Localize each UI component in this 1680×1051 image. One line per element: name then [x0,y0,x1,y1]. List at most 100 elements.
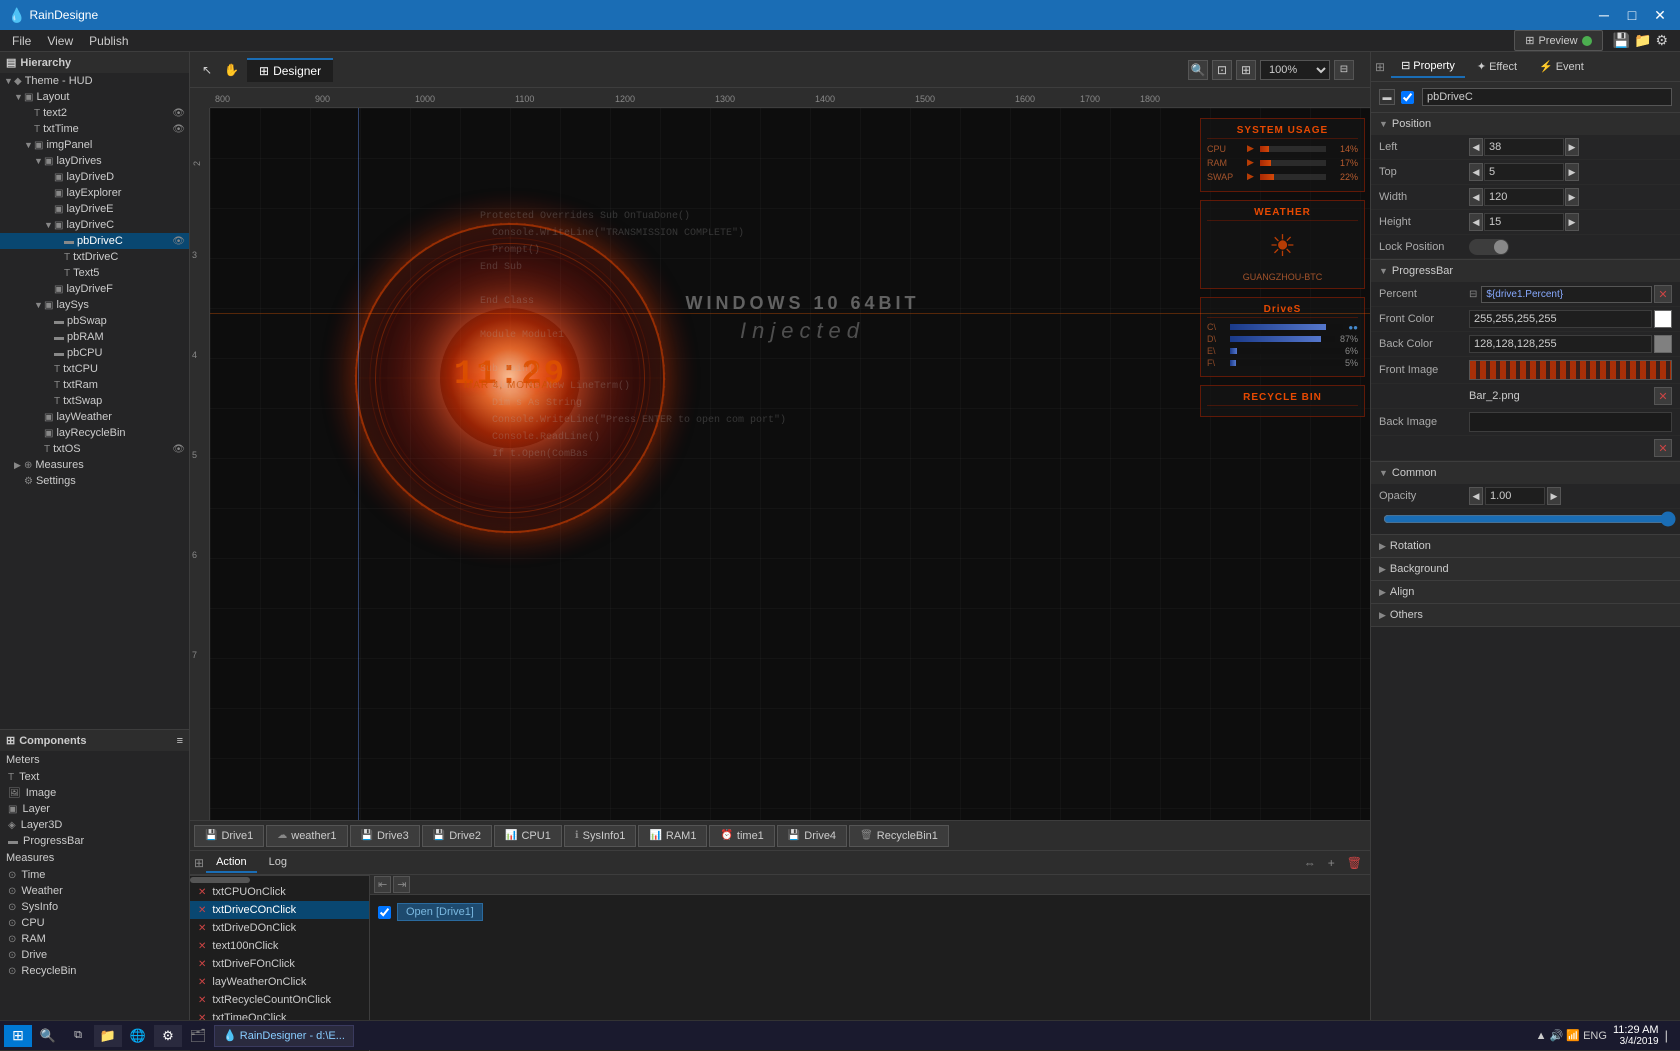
top-inc-btn[interactable]: ▶ [1565,163,1579,181]
search-button[interactable]: 🔍 [34,1025,62,1047]
zoom-lock-button[interactable]: ⊞ [1236,60,1256,80]
tab-event[interactable]: ⚡ Event [1529,56,1594,77]
front-color-picker-btn[interactable] [1654,310,1672,328]
hand-tool[interactable]: ✋ [220,61,243,79]
tree-item-pbCPU[interactable]: ▬ pbCPU [0,345,189,361]
background-section-header[interactable]: ▶ Background [1371,558,1680,580]
bottom-collapse-btn[interactable]: ⇔ [1300,854,1320,872]
opacity-slider[interactable] [1383,511,1676,527]
file-tab-drive4[interactable]: 💾 Drive4 [777,825,847,847]
height-input[interactable] [1484,213,1564,231]
tree-item-imgPanel[interactable]: ▼ ▣ imgPanel [0,137,189,153]
comp-item-cpu[interactable]: ⊙ CPU [0,915,189,931]
lock-position-toggle[interactable] [1469,239,1509,255]
tree-item-layDriveE[interactable]: ▣ layDriveE [0,201,189,217]
file-tab-ram1[interactable]: 📊 RAM1 [638,825,707,847]
file-tab-drive1[interactable]: 💾 Drive1 [194,825,264,847]
comp-item-weather[interactable]: ⊙ Weather [0,883,189,899]
tree-item-txtDriveC[interactable]: T txtDriveC [0,249,189,265]
maximize-button[interactable]: □ [1620,5,1644,25]
tree-item-layout[interactable]: ▼ ▣ Layout [0,89,189,105]
grid-toggle-button[interactable]: ⊟ [1334,60,1354,80]
visibility-icon[interactable]: 👁 [172,444,185,455]
folder-icon[interactable]: 📁 [1634,32,1651,49]
left-inc-btn[interactable]: ▶ [1565,138,1579,156]
tree-item-laySys[interactable]: ▼ ▣ laySys [0,297,189,313]
comp-item-image[interactable]: 🖼 Image [0,785,189,801]
tree-item-txtRam[interactable]: T txtRam [0,377,189,393]
tree-item-layDrives[interactable]: ▼ ▣ layDrives [0,153,189,169]
tree-item-pbDriveC[interactable]: ▬ pbDriveC 👁 [0,233,189,249]
tree-item-txtTime[interactable]: T txtTime 👁 [0,121,189,137]
height-dec-btn[interactable]: ◀ [1469,213,1483,231]
designer-tab[interactable]: ⊞ Designer [247,58,333,82]
pointer-tool[interactable]: ↖ [198,61,216,79]
comp-item-recyclebin[interactable]: ⊙ RecycleBin [0,963,189,979]
comp-item-drive[interactable]: ⊙ Drive [0,947,189,963]
menu-view[interactable]: View [39,32,81,50]
others-section-header[interactable]: ▶ Others [1371,604,1680,626]
action-item-txtDriveCOnClick[interactable]: ✕ txtDriveCOnClick [190,901,369,919]
comp-item-sysinfo[interactable]: ⊙ SysInfo [0,899,189,915]
comp-item-progressbar[interactable]: ▬ ProgressBar [0,833,189,849]
tab-effect[interactable]: ✦ Effect [1467,56,1527,77]
left-dec-btn[interactable]: ◀ [1469,138,1483,156]
tree-item-measures[interactable]: ▶ ⊕ Measures [0,457,189,473]
visibility-icon[interactable]: 👁 [172,236,185,247]
action-item-txtCPUOnClick[interactable]: ✕ txtCPUOnClick [190,883,369,901]
file-tab-sysinfo1[interactable]: ℹ SysInfo1 [564,825,637,847]
tree-item-pbSwap[interactable]: ▬ pbSwap [0,313,189,329]
tree-item-theme-hud[interactable]: ▼ ◆ Theme - HUD [0,73,189,89]
tree-item-pbRAM[interactable]: ▬ pbRAM [0,329,189,345]
comp-item-ram[interactable]: ⊙ RAM [0,931,189,947]
components-more-icon[interactable]: ≡ [177,735,183,747]
save-icon[interactable]: 💾 [1613,32,1630,49]
tree-item-txtCPU[interactable]: T txtCPU [0,361,189,377]
component-name-input[interactable] [1422,88,1672,106]
tree-item-layRecycleBin[interactable]: ▣ layRecycleBin [0,425,189,441]
tab-action[interactable]: Action [206,853,257,873]
tree-item-txtSwap[interactable]: T txtSwap [0,393,189,409]
start-button[interactable]: ⊞ [4,1025,32,1047]
file-tab-recyclebin1[interactable]: 🗑 RecycleBin1 [849,825,949,847]
front-color-input[interactable] [1469,310,1652,328]
taskbar-explorer-btn[interactable]: 📁 [94,1025,122,1047]
comp-item-layer3d[interactable]: ◈ Layer3D [0,817,189,833]
bottom-add-btn[interactable]: + [1324,854,1339,872]
action-item-txtRecycleCountOnClick[interactable]: ✕ txtRecycleCountOnClick [190,991,369,1009]
menu-publish[interactable]: Publish [81,32,136,50]
tree-item-layDriveD[interactable]: ▣ layDriveD [0,169,189,185]
percent-formula-input[interactable] [1481,286,1652,303]
front-image-clear-btn[interactable]: ✕ [1654,387,1672,405]
minimize-button[interactable]: ─ [1592,5,1616,25]
width-inc-btn[interactable]: ▶ [1565,188,1579,206]
comp-item-text[interactable]: T Text [0,769,189,785]
taskbar-chrome-btn[interactable]: ⚙ [154,1025,182,1047]
menu-file[interactable]: File [4,32,39,50]
zoom-out-button[interactable]: 🔍 [1188,60,1208,80]
action-item-layWeatherOnClick[interactable]: ✕ layWeatherOnClick [190,973,369,991]
common-section-header[interactable]: ▼ Common [1371,462,1680,484]
action-checkbox[interactable] [378,906,391,919]
expand-right-btn[interactable]: ⇥ [393,876,410,893]
design-canvas[interactable]: 11:29 MAR 4, MONDAY Protected Overrides … [210,108,1370,820]
opacity-input[interactable] [1485,487,1545,505]
taskbar-files-btn[interactable]: 🗂 [184,1025,212,1047]
component-enabled-checkbox[interactable] [1401,91,1414,104]
action-item-text100nClick[interactable]: ✕ text100nClick [190,937,369,955]
tree-item-txtOS[interactable]: T txtOS 👁 [0,441,189,457]
back-image-clear-btn[interactable]: ✕ [1654,439,1672,457]
bottom-delete-btn[interactable]: 🗑 [1343,854,1366,872]
action-item-txtDriveDOnClick[interactable]: ✕ txtDriveDOnClick [190,919,369,937]
position-section-header[interactable]: ▼ Position [1371,113,1680,135]
preview-tab[interactable]: ⊞ Preview [1514,30,1602,51]
file-tab-time1[interactable]: ⏰ time1 [709,825,774,847]
file-tab-drive2[interactable]: 💾 Drive2 [422,825,492,847]
top-input[interactable] [1484,163,1564,181]
tree-item-layDriveC[interactable]: ▼ ▣ layDriveC [0,217,189,233]
taskbar-raindesigner-btn[interactable]: 💧 RainDesigner - d:\E... [214,1025,354,1047]
taskview-button[interactable]: ⧉ [64,1025,92,1047]
zoom-select[interactable]: 100% 75% 50% 150% 200% [1260,60,1330,80]
progressbar-section-header[interactable]: ▼ ProgressBar [1371,260,1680,282]
tree-item-text2[interactable]: T text2 👁 [0,105,189,121]
